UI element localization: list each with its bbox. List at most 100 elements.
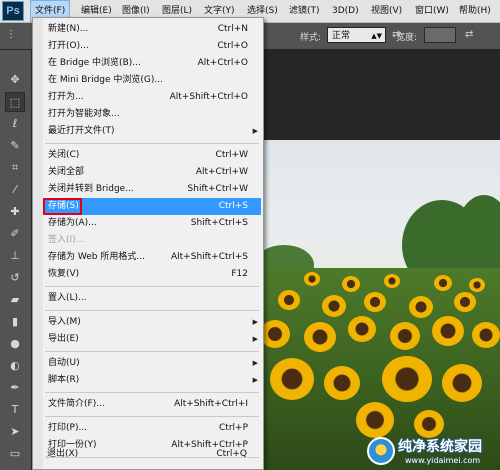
menu-item-file-info[interactable]: 文件简介(F)... Alt+Shift+Ctrl+I [43,396,261,413]
sunflower [322,295,346,317]
menu-item-save-for-web[interactable]: 存储为 Web 所用格式... Alt+Shift+Ctrl+S [43,249,261,266]
submenu-arrow-icon: ▶ [252,127,258,135]
menu-item-save[interactable]: 存储(S) Ctrl+S [43,198,261,215]
submenu-arrow-icon: ▶ [252,359,258,367]
sunflower [390,322,420,350]
sunflower-photo [264,140,500,470]
menu-item-exit[interactable]: 退出(X) Ctrl+Q [42,446,260,463]
menu-item-save-as[interactable]: 存储为(A)... Shift+Ctrl+S [43,215,261,232]
quick-select-tool-icon[interactable]: ✎ [5,136,25,156]
history-brush-tool-icon[interactable]: ↺ [5,268,25,288]
sunflower [348,316,376,342]
sunflower [384,274,400,288]
style-select-value: 正常 [332,31,351,41]
menu-item-shortcut: Alt+Ctrl+W [195,167,248,177]
menu-item-label: 恢复(V) [48,269,80,279]
menu-item-export[interactable]: 导出(E) ▶ [43,331,261,348]
gradient-tool-icon[interactable]: ▮ [5,312,25,332]
menu-filter[interactable]: 滤镜(T) [285,0,324,22]
sunflower [469,278,485,292]
menu-item-new[interactable]: 新建(N)... Ctrl+N [43,21,261,38]
menu-item-import[interactable]: 导入(M) ▶ [43,314,261,331]
menu-item-open-as-smart-object[interactable]: 打开为智能对象... [43,106,261,123]
menu-item-browse-in-bridge[interactable]: 在 Bridge 中浏览(B)... Alt+Ctrl+O [43,55,261,72]
lasso-tool-icon[interactable]: ℓ [5,114,25,134]
eyedropper-tool-icon[interactable]: ⁄ [5,180,25,200]
menu-item-label: 打开为智能对象... [48,109,120,119]
brush-tool-icon[interactable]: ✐ [5,224,25,244]
menu-separator [45,392,259,393]
move-tool-icon[interactable]: ✥ [5,70,25,90]
menu-item-automate[interactable]: 自动(U) ▶ [43,355,261,372]
menu-item-label: 关闭并转到 Bridge... [48,184,134,194]
menu-3d[interactable]: 3D(D) [328,0,363,22]
menu-view[interactable]: 视图(V) [367,0,406,22]
menu-item-close-and-go-to-bridge[interactable]: 关闭并转到 Bridge... Shift+Ctrl+W [43,181,261,198]
menu-separator [45,416,259,417]
width-input[interactable] [424,27,456,43]
menu-item-label: 退出(X) [47,449,79,459]
menu-item-shortcut: Ctrl+Q [216,449,247,459]
menu-item-label: 自动(U) [48,358,80,368]
sunflower [382,356,432,402]
sunflower [324,366,360,400]
menu-item-shortcut: Alt+Ctrl+O [197,58,248,68]
menu-item-shortcut: F12 [231,269,248,279]
menu-item-shortcut: Ctrl+S [218,201,248,211]
menu-item-shortcut: Ctrl+N [217,24,248,34]
watermark-title: 纯净系统家园 [398,439,482,455]
path-select-tool-icon[interactable]: ➤ [5,422,25,442]
menu-item-open-as[interactable]: 打开为... Alt+Shift+Ctrl+O [43,89,261,106]
sunflower [472,322,500,348]
menu-item-label: 签入(I)... [48,235,85,245]
swap-dimensions-icon[interactable]: ⇄ [465,29,473,40]
menu-item-label: 存储为(A)... [48,218,97,228]
marquee-tool-icon[interactable]: ⬚ [5,92,25,112]
menu-item-shortcut: Alt+Shift+Ctrl+O [169,92,248,102]
menu-item-browse-in-mini-bridge[interactable]: 在 Mini Bridge 中浏览(G)... [43,72,261,89]
menu-item-shortcut: Alt+Shift+Ctrl+S [171,252,248,262]
sunflower [454,292,476,312]
type-tool-icon[interactable]: T [5,400,25,420]
healing-brush-tool-icon[interactable]: ✚ [5,202,25,222]
dodge-tool-icon[interactable]: ◐ [5,356,25,376]
menu-item-label: 新建(N)... [48,24,89,34]
style-select[interactable]: 正常 ▲▼ [327,27,386,43]
sunflower [434,275,452,291]
menu-item-scripts[interactable]: 脚本(R) ▶ [43,372,261,389]
shape-tool-icon[interactable]: ▭ [5,444,25,464]
sunflower [270,358,314,400]
menu-help[interactable]: 帮助(H) [455,0,495,22]
eraser-tool-icon[interactable]: ▰ [5,290,25,310]
menu-item-revert[interactable]: 恢复(V) F12 [43,266,261,283]
menu-item-label: 打开为... [48,92,84,102]
menu-item-label: 导入(M) [48,317,81,327]
menu-item-label: 关闭(C) [48,150,80,160]
menu-item-print[interactable]: 打印(P)... Ctrl+P [43,420,261,437]
menu-window[interactable]: 窗口(W) [411,0,453,22]
menu-item-label: 打开(O)... [48,41,89,51]
pen-tool-icon[interactable]: ✒ [5,378,25,398]
crop-tool-icon[interactable]: ⌗ [5,158,25,178]
grip-icon: ⋮ [6,29,16,40]
sunflower [342,276,360,292]
menu-item-open[interactable]: 打开(O)... Ctrl+O [43,38,261,55]
menu-item-label: 在 Bridge 中浏览(B)... [48,58,141,68]
menu-separator [45,310,259,311]
sunflower [442,364,482,402]
menu-item-close-all[interactable]: 关闭全部 Alt+Ctrl+W [43,164,261,181]
menu-separator [45,286,259,287]
menu-item-shortcut: Alt+Shift+Ctrl+I [174,399,248,409]
menu-item-place[interactable]: 置入(L)... [43,290,261,307]
blur-tool-icon[interactable]: ● [5,334,25,354]
menu-separator [45,143,259,144]
clone-stamp-tool-icon[interactable]: ⊥ [5,246,25,266]
sunflower [278,290,300,310]
select-arrow-icon: ▲▼ [371,32,382,40]
menu-item-label: 打印(P)... [48,423,88,433]
tools-panel: ✥ ⬚ ℓ ✎ ⌗ ⁄ ✚ ✐ ⊥ ↺ ▰ ▮ ● ◐ ✒ T ➤ ▭ [0,50,32,470]
sunflower [409,296,433,318]
sunflower [304,272,320,286]
menu-item-close[interactable]: 关闭(C) Ctrl+W [43,147,261,164]
menu-item-open-recent[interactable]: 最近打开文件(T) ▶ [43,123,261,140]
